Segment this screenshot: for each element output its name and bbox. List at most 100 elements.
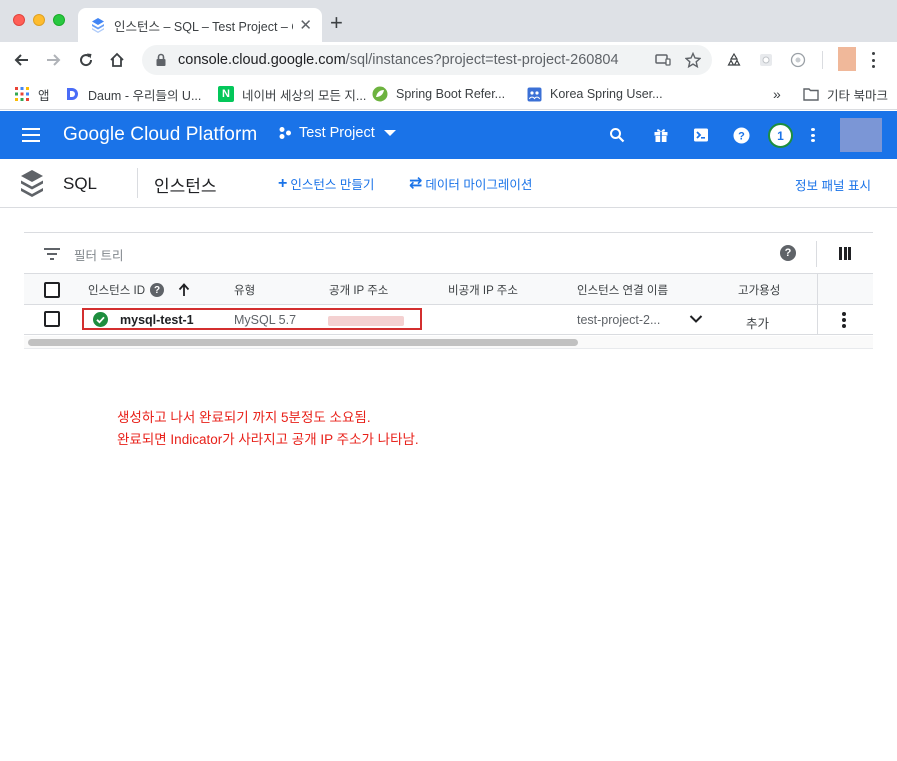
- bookmark-label: 네이버 세상의 모든 지...: [242, 88, 367, 103]
- reload-icon: [80, 53, 93, 67]
- table-row: mysql-test-1 MySQL 5.7 test-project-2...…: [24, 305, 873, 335]
- other-bookmarks-label: 기타 북마크: [827, 88, 888, 103]
- bookmark-label: 앱: [38, 88, 50, 103]
- column-display-icon[interactable]: [839, 247, 851, 260]
- filter-icon: [44, 248, 60, 260]
- project-icon: [279, 127, 291, 139]
- help-icon[interactable]: ?: [731, 125, 751, 145]
- bookmark-apps[interactable]: 앱: [14, 84, 50, 104]
- col-connection-name[interactable]: 인스턴스 연결 이름: [577, 282, 668, 298]
- cast-icon[interactable]: [654, 51, 672, 69]
- select-all-checkbox[interactable]: [44, 282, 60, 298]
- window-close-button[interactable]: [13, 14, 25, 26]
- reload-button[interactable]: [76, 50, 96, 70]
- extension-icon[interactable]: [757, 51, 775, 69]
- data-migration-button[interactable]: ⇄ 데이터 마이그레이션: [409, 174, 532, 193]
- product-name: SQL: [63, 174, 98, 193]
- gcp-title[interactable]: Google Cloud Platform: [63, 124, 257, 146]
- col-instance-id[interactable]: 인스턴스 ID ?: [88, 282, 190, 298]
- notifications-badge[interactable]: 1: [768, 123, 793, 148]
- horizontal-scrollbar[interactable]: [24, 336, 873, 349]
- sort-ascending-icon[interactable]: [178, 283, 190, 297]
- url-text[interactable]: console.cloud.google.com/sql/instances?p…: [178, 52, 642, 68]
- home-icon: [110, 52, 124, 67]
- subheader-divider: [137, 168, 138, 198]
- filter-input[interactable]: 필터 트리: [74, 245, 123, 264]
- bookmark-star-icon[interactable]: [684, 51, 702, 69]
- column-label: 인스턴스 ID: [88, 285, 146, 297]
- other-bookmarks-folder[interactable]: 기타 북마크: [803, 84, 888, 104]
- gift-icon[interactable]: [651, 125, 671, 145]
- cloud-sql-logo-icon: [21, 170, 43, 197]
- browser-toolbar: console.cloud.google.com/sql/instances?p…: [0, 42, 897, 78]
- tab-close-icon[interactable]: ✕: [299, 16, 312, 34]
- add-high-availability-link[interactable]: 추가: [746, 313, 769, 332]
- col-type[interactable]: 유형: [234, 282, 255, 298]
- cloud-sql-favicon-icon: [92, 18, 104, 33]
- tab-title: 인스턴스 – SQL – Test Project – G: [114, 19, 294, 34]
- col-private-ip[interactable]: 비공개 IP 주소: [448, 282, 518, 298]
- spring-icon: [372, 86, 388, 102]
- media-extension-icon[interactable]: [789, 51, 807, 69]
- instances-table: 필터 트리 ? 인스턴스 ID ? 유형 공개 IP 주소 비공개 IP 주소 …: [24, 232, 873, 349]
- window-minimize-button[interactable]: [33, 14, 45, 26]
- forward-button[interactable]: [44, 50, 64, 70]
- page-title: 인스턴스: [154, 177, 217, 196]
- menu-icon[interactable]: [22, 127, 42, 143]
- create-instance-button[interactable]: + 인스턴스 만들기: [278, 174, 374, 193]
- show-info-panel-button[interactable]: 정보 패널 표시: [795, 175, 871, 194]
- project-name: Test Project: [299, 125, 375, 141]
- cloud-shell-icon[interactable]: [691, 125, 711, 145]
- bookmark-daum[interactable]: Daum - 우리들의 U...: [64, 84, 201, 104]
- new-tab-button[interactable]: +: [330, 12, 343, 34]
- chevron-down-icon[interactable]: [689, 314, 703, 324]
- col-high-availability[interactable]: 고가용성: [738, 282, 780, 298]
- help-icon[interactable]: ?: [150, 283, 165, 297]
- annotation-highlight-box: [82, 308, 422, 330]
- bookmark-naver[interactable]: N 네이버 세상의 모든 지...: [218, 84, 366, 104]
- more-vert-icon[interactable]: [811, 128, 815, 142]
- gcp-top-bar: Google Cloud Platform Test Project ? 1: [0, 111, 897, 159]
- row-actions-icon[interactable]: [842, 312, 846, 328]
- col-public-ip[interactable]: 공개 IP 주소: [329, 282, 388, 298]
- bookmark-label: Daum - 우리들의 U...: [88, 88, 202, 103]
- folder-icon: [803, 86, 819, 102]
- toolbar-divider: [822, 51, 823, 69]
- swap-arrows-icon: ⇄: [409, 174, 423, 192]
- row-checkbox[interactable]: [44, 311, 60, 327]
- bookmark-spring-boot[interactable]: Spring Boot Refer...: [372, 84, 505, 104]
- data-migration-label: 데이터 마이그레이션: [425, 178, 533, 192]
- bookmark-korea-spring[interactable]: Korea Spring User...: [526, 84, 663, 104]
- help-icon[interactable]: ?: [780, 245, 796, 261]
- create-instance-label: 인스턴스 만들기: [290, 178, 375, 192]
- scrollbar-thumb[interactable]: [28, 339, 578, 346]
- annotation-line-2: 완료되면 Indicator가 사라지고 공개 IP 주소가 나타남.: [117, 432, 419, 447]
- browser-tab[interactable]: 인스턴스 – SQL – Test Project – G ✕: [78, 8, 322, 42]
- filterbar-divider: [816, 241, 817, 267]
- lock-icon: [156, 53, 166, 66]
- recycle-extension-icon[interactable]: [725, 51, 743, 69]
- window-zoom-button[interactable]: [53, 14, 65, 26]
- annotation-line-1: 생성하고 나서 완료되기 까지 5분정도 소요됨.: [117, 410, 371, 425]
- back-button[interactable]: [11, 50, 31, 70]
- address-bar[interactable]: console.cloud.google.com/sql/instances?p…: [142, 45, 712, 75]
- naver-icon: N: [218, 86, 234, 102]
- project-selector[interactable]: Test Project: [278, 125, 396, 141]
- apps-grid-icon: [14, 86, 30, 102]
- search-icon[interactable]: [607, 125, 627, 145]
- profile-avatar[interactable]: [838, 47, 856, 71]
- bookmark-label: Spring Boot Refer...: [396, 87, 506, 101]
- sql-subheader: SQL 인스턴스 + 인스턴스 만들기 ⇄ 데이터 마이그레이션 정보 패널 표…: [0, 159, 897, 208]
- browser-tab-bar: 인스턴스 – SQL – Test Project – G ✕ +: [0, 0, 897, 42]
- add-icon: +: [278, 174, 288, 192]
- caret-down-icon: [383, 130, 396, 136]
- home-button[interactable]: [107, 50, 127, 70]
- connection-name: test-project-2...: [577, 313, 661, 327]
- account-avatar[interactable]: [840, 118, 882, 152]
- svg-text:?: ?: [738, 130, 745, 142]
- user-group-icon: [526, 86, 542, 102]
- daum-icon: [64, 86, 80, 102]
- browser-menu-icon[interactable]: [872, 52, 876, 68]
- arrow-right-icon: [47, 54, 61, 66]
- bookmarks-overflow-button[interactable]: »: [773, 84, 781, 104]
